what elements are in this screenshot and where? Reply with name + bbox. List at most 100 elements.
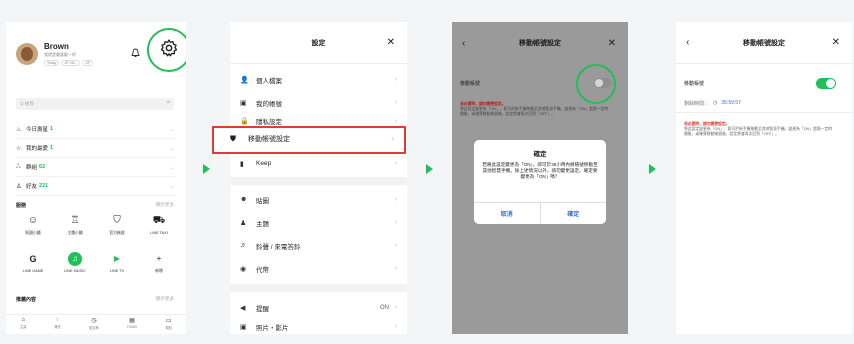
service-sticker-shop[interactable]: ☺ 貼圖小舖: [12, 214, 54, 252]
home-icon: ⌂: [21, 317, 26, 323]
tab-chat[interactable]: ◌ 聊天: [55, 317, 61, 334]
settings-item-notifications[interactable]: ◀ 提醒 ON ›: [230, 296, 407, 319]
shield-icon: ⛊: [230, 134, 236, 143]
remaining-time: 35:59:57: [721, 100, 741, 106]
person-icon: 👤: [240, 76, 249, 84]
divider: [230, 284, 407, 292]
profile[interactable]: Brown 我就是最喜歡一杯 Today JP-VN... OP: [16, 42, 94, 66]
cake-icon: ♨: [16, 126, 22, 133]
warning-text: 非必要時，請勿變更設定。 將此設定變更為「ON」，即可於新手機移動至其他智慧手機…: [684, 122, 833, 137]
tab-timeline[interactable]: ◷ 貼文串: [89, 317, 99, 334]
settings-header: 設定 ✕: [230, 22, 407, 64]
settings-item-keep[interactable]: ▮ Keep ›: [230, 152, 407, 175]
home-screen-panel: Brown 我就是最喜歡一杯 Today JP-VN... OP Q 搜尋 ⌗ …: [6, 22, 186, 334]
settings-item-ringtones[interactable]: ♬ 鈴聲 / 來電答鈴 ›: [230, 234, 407, 257]
service-line-taxi[interactable]: ⛟ LINE TAXI: [138, 214, 180, 252]
account-transfer-dialog-panel: ‹ 移動帳號設定 ✕ 移動帳號 非必要時，請勿變更設定。 將此設定變更為「ON」…: [452, 22, 628, 334]
settings-item-account[interactable]: ▣ 我的帳號 ›: [230, 91, 407, 114]
chevron-right-icon: ›: [391, 134, 394, 143]
service-line-game[interactable]: G LINE GAME: [12, 252, 54, 290]
highlighted-settings-item-account-transfer[interactable]: ⛊ 移動帳號設定 ›: [212, 126, 406, 154]
settings-item-photos-videos[interactable]: ▣ 照片・影片 ›: [230, 319, 407, 334]
list-item-friends[interactable]: ♙ 好友 221 ⌄: [16, 177, 176, 196]
cancel-button[interactable]: 取消: [474, 203, 541, 224]
toggle-label: 移動帳號: [684, 80, 705, 87]
service-theme-shop[interactable]: ♖ 主題小舖: [54, 214, 96, 252]
services-grid: ☺ 貼圖小舖 ♖ 主題小舖 ⛉ 官方帳號 ⛟ LINE TAXI G LINE GAME …: [12, 214, 180, 290]
taxi-icon: ⛟: [152, 215, 166, 226]
close-icon[interactable]: ✕: [832, 37, 840, 48]
chevron-down-icon: ⌄: [168, 164, 174, 171]
service-add[interactable]: + 新增: [138, 252, 180, 290]
sticker-icon: ☻: [240, 196, 248, 203]
tab-wallet[interactable]: ▭ 錢包: [166, 317, 172, 334]
tab-home[interactable]: ⌂ 主頁: [20, 317, 26, 334]
page-title: 移動帳號設定: [743, 39, 785, 47]
step-arrow-icon: [203, 164, 210, 174]
friend-icon: ♙: [16, 183, 22, 190]
step-arrow-icon: [649, 164, 656, 174]
settings-item-profile[interactable]: 👤 個人檔案 ›: [230, 68, 407, 91]
toggle-label: 移動帳號: [460, 80, 481, 87]
settings-item-themes[interactable]: ♟ 主題 ›: [230, 211, 407, 234]
profile-status: 我就是最喜歡一杯: [44, 52, 76, 57]
chevron-right-icon: ›: [394, 99, 397, 106]
avatar[interactable]: [16, 43, 38, 65]
list-item-groups[interactable]: ஃ 群組 62 ⌄: [16, 158, 176, 177]
group-icon: ஃ: [16, 163, 21, 170]
profile-tag[interactable]: JP-VN...: [61, 60, 81, 66]
star-icon: ☆: [16, 145, 22, 152]
photo-icon: ▣: [240, 323, 247, 331]
back-icon[interactable]: ‹: [686, 37, 689, 48]
wallet-icon: ▭: [165, 318, 172, 324]
confirm-button[interactable]: 確定: [541, 203, 607, 224]
list-item-favorites[interactable]: ☆ 我的最愛 1 ⌄: [16, 139, 176, 158]
recommend-heading: 推薦內容 顯示更多: [16, 296, 174, 303]
tab-today[interactable]: ▤ TODAY: [127, 317, 138, 334]
settings-gear-button[interactable]: [147, 28, 186, 72]
bell-icon[interactable]: [131, 48, 140, 60]
back-icon[interactable]: ‹: [462, 38, 465, 49]
theme-icon: ♖: [70, 215, 80, 226]
chevron-right-icon: ›: [394, 219, 397, 226]
account-transfer-toggle-row: 移動帳號: [684, 74, 844, 92]
warning-text: 非必要時，請勿變更設定。 將此設定變更為「ON」，即可於新手機移動至其他智慧手機…: [460, 102, 609, 117]
page-title: 設定: [311, 39, 326, 47]
profile-tag[interactable]: OP: [82, 60, 94, 66]
profile-name: Brown: [44, 42, 69, 51]
chevron-right-icon: ›: [394, 265, 397, 272]
chevron-right-icon: ›: [394, 323, 397, 330]
close-icon[interactable]: ✕: [608, 38, 616, 49]
chevron-down-icon: ⌄: [168, 183, 174, 190]
services-heading: 服務 顯示更多: [16, 202, 174, 209]
remaining-time-row: 剩餘時間： ◷ 35:59:57: [684, 96, 844, 110]
chevron-right-icon: ›: [394, 304, 397, 311]
search-input[interactable]: Q 搜尋 ⌗: [16, 98, 174, 110]
chevron-right-icon: ›: [394, 242, 397, 249]
confirm-dialog: 確定 若將此設定變更為「ON」，即可於36小時內將帳號移動至其他智慧手機。除上述…: [474, 140, 606, 224]
lock-icon: 🔒: [240, 118, 249, 125]
list-item-birthdays[interactable]: ♨ 今日壽星 1 ⌄: [16, 120, 176, 139]
bookmark-icon: ▮: [240, 160, 244, 168]
services-more-link[interactable]: 顯示更多: [156, 202, 174, 208]
recommend-more-link[interactable]: 顯示更多: [156, 296, 174, 302]
settings-item-stickers[interactable]: ☻ 貼圖 ›: [230, 188, 407, 211]
game-icon: G: [29, 253, 37, 264]
qr-scan-icon[interactable]: ⌗: [167, 100, 170, 107]
service-line-tv[interactable]: ▶ LINE TV: [96, 252, 138, 290]
service-official-accounts[interactable]: ⛉ 官方帳號: [96, 214, 138, 252]
account-transfer-toggle[interactable]: [816, 78, 836, 89]
chevron-right-icon: ›: [394, 117, 397, 125]
search-placeholder: Q 搜尋: [20, 101, 34, 106]
settings-panel: 設定 ✕ 👤 個人檔案 › ▣ 我的帳號 › 🔒 隱私設定 › ⛊ 移動帳號設定 › ▮ Ke…: [212, 22, 407, 334]
profile-tag[interactable]: Today: [44, 60, 60, 66]
friends-list: ♨ 今日壽星 1 ⌄ ☆ 我的最愛 1 ⌄ ஃ 群組 62 ⌄ ♙ 好友 221 ⌄: [16, 120, 176, 196]
account-icon: ▣: [240, 99, 247, 107]
account-transfer-enabled-panel: ‹ 移動帳號設定 ✕ 移動帳號 剩餘時間： ◷ 35:59:57 非必要時，請勿…: [676, 22, 852, 334]
divider: [230, 177, 407, 185]
settings-item-coins[interactable]: ◉ 代幣 ›: [230, 257, 407, 280]
service-line-music[interactable]: ♫ LINE MUSIC: [54, 252, 96, 290]
speaker-icon: ◀: [240, 304, 246, 312]
close-icon[interactable]: ✕: [387, 37, 395, 48]
step-arrow-icon: [426, 164, 433, 174]
